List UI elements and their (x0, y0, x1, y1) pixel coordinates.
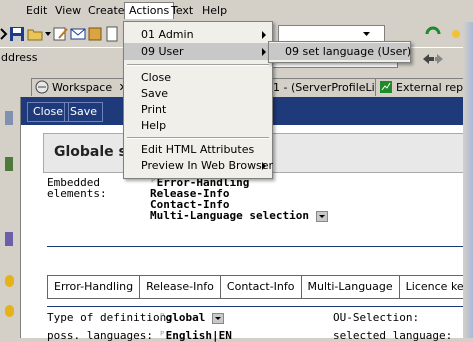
open-folder-icon[interactable] (27, 26, 43, 42)
embedded-item[interactable]: Multi-Language selection (150, 210, 328, 222)
workspace-icon (35, 80, 49, 94)
save-button[interactable]: Save (64, 102, 104, 122)
tab-multi-language[interactable]: Multi-Language (301, 276, 400, 298)
sparkle-icon[interactable] (448, 26, 464, 42)
menubar: Edit View Create Actions Text Help (0, 0, 473, 22)
menu-item-01-admin[interactable]: 01 Admin (124, 26, 272, 43)
strip-tool-icon[interactable] (5, 111, 13, 125)
strip-tool-icon[interactable] (5, 232, 13, 246)
dropdown-icon[interactable] (212, 312, 224, 324)
combo-arrow-icon (363, 32, 370, 36)
nav-arrow-icon[interactable] (0, 26, 8, 42)
menu-separator (127, 137, 269, 139)
menu-edit[interactable]: Edit (22, 3, 51, 19)
ou-selection-label: OU-Selection: (333, 311, 420, 324)
document-icon[interactable] (104, 26, 120, 42)
tab-release-info[interactable]: Release-Info (140, 276, 221, 298)
strip-tool-icon[interactable] (5, 275, 14, 287)
tab-workspace[interactable]: Workspace ✕ (31, 78, 133, 96)
menu-help[interactable]: Help (198, 3, 231, 19)
menu-item-save[interactable]: Save (124, 85, 272, 102)
user-submenu: 09 set language (User) (268, 41, 411, 63)
section-tabs: Error-Handling Release-Info Contact-Info… (47, 275, 473, 299)
strip-tool-icon[interactable] (5, 305, 14, 317)
menu-item-09-set-language[interactable]: 09 set language (User) (269, 43, 411, 60)
tab-external-reporting-label: External reportin (396, 81, 473, 94)
submenu-arrow-icon (262, 48, 266, 56)
menu-text[interactable]: Text (167, 3, 197, 19)
save-disk-icon[interactable] (9, 26, 25, 42)
type-of-definition-field[interactable]: ᴾglobal (159, 311, 224, 324)
menu-item-edit-html-attributes[interactable]: Edit HTML Attributes (124, 141, 272, 158)
strip-tool-icon[interactable] (5, 157, 13, 171)
window-edge (463, 22, 473, 338)
submenu-arrow-icon (262, 162, 266, 170)
actions-menu: 01 Admin 09 User Close Save Print Help E… (123, 21, 273, 179)
divider (47, 306, 473, 307)
menu-item-print[interactable]: Print (124, 101, 272, 118)
dropdown-arrow-icon[interactable] (45, 31, 51, 37)
embedded-label: Embedded elements: (47, 176, 107, 200)
back-forward-icon[interactable] (422, 53, 444, 65)
address-label: ddress (1, 51, 38, 64)
dropdown-icon[interactable] (315, 210, 328, 222)
edit-pencil-icon[interactable] (53, 26, 69, 42)
tab-licence-key[interactable]: Licence key (400, 276, 473, 298)
menu-item-close[interactable]: Close (124, 69, 272, 86)
menu-view[interactable]: View (51, 3, 85, 19)
menu-item-09-user[interactable]: 09 User (124, 43, 272, 60)
close-button[interactable]: Close (27, 102, 69, 122)
embedded-list: ᴾError-Handling Release-Info Contact-Inf… (150, 177, 328, 222)
submenu-arrow-icon (262, 31, 266, 39)
mail-icon[interactable] (70, 26, 86, 42)
tool-icon[interactable] (87, 26, 103, 42)
selected-language-label: selected language: (333, 329, 453, 342)
tab-error-handling[interactable]: Error-Handling (48, 276, 141, 298)
menu-create[interactable]: Create (84, 3, 129, 19)
report-icon (380, 81, 392, 93)
menu-item-help[interactable]: Help (124, 117, 272, 134)
green-arrow-icon[interactable] (425, 26, 441, 42)
tab-workspace-label: Workspace (52, 81, 113, 94)
type-of-definition-label: Type of definition: (47, 311, 173, 324)
tab-external-reporting[interactable]: External reportin (375, 78, 473, 96)
divider (47, 246, 473, 247)
tab-contact-info[interactable]: Contact-Info (221, 276, 302, 298)
left-toolstrip (0, 97, 20, 338)
menu-separator (127, 64, 269, 66)
tab-serverprofilelist-label: 1 - (ServerProfileList) (273, 81, 390, 94)
menu-item-preview-in-web-browser[interactable]: Preview In Web Browser (124, 157, 273, 174)
possible-languages-label: poss. languages: (47, 329, 153, 342)
possible-languages-field[interactable]: ᴾEnglish|EN (159, 329, 232, 342)
